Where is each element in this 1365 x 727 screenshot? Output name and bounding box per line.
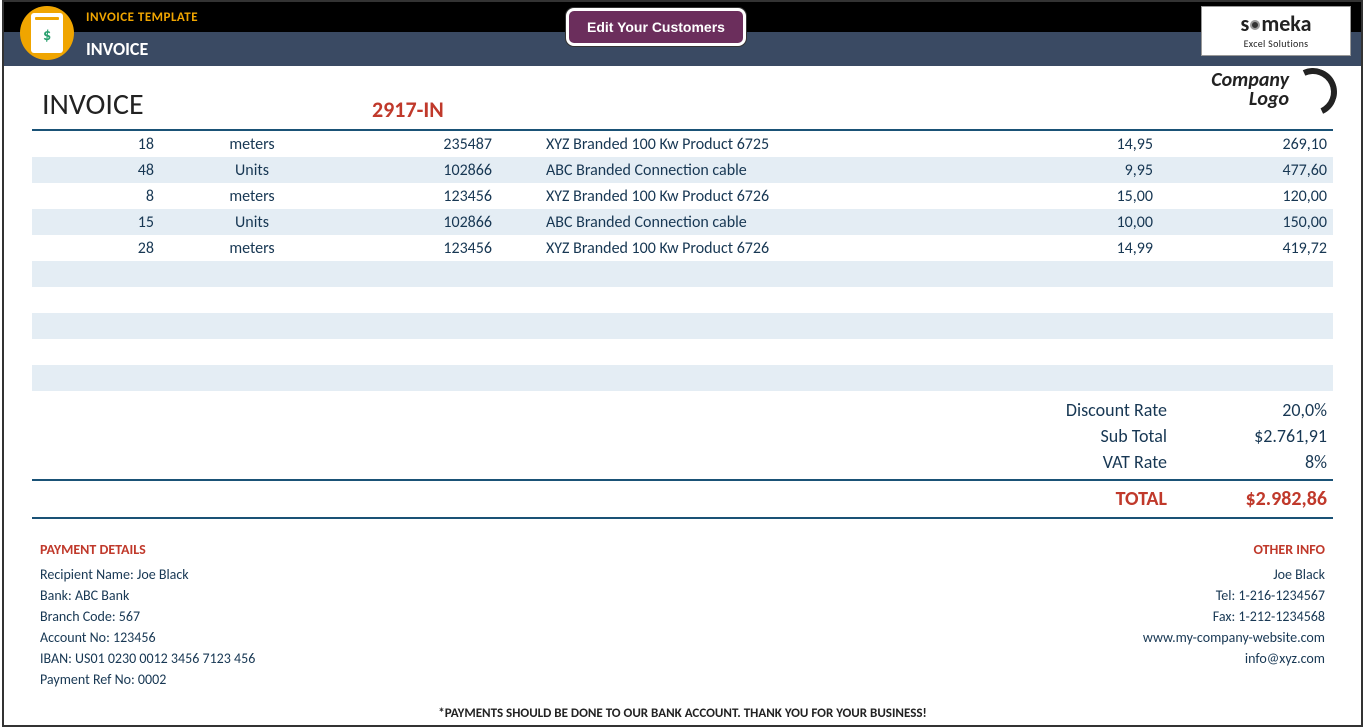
empty-row [32, 313, 1333, 339]
table-row: 8meters123456XYZ Branded 100 Kw Product … [32, 183, 1333, 209]
empty-row [32, 365, 1333, 391]
item-desc: ABC Branded Connection cable [542, 213, 993, 232]
item-qty: 15 [32, 213, 162, 232]
header-bar-sub: INVOICE Edit Your Customers smeka Excel … [4, 32, 1361, 66]
payment-header: PAYMENT DETAILS [40, 539, 255, 560]
footer-section: PAYMENT DETAILS Recipient Name: Joe Blac… [32, 539, 1333, 702]
item-code: 235487 [342, 135, 542, 154]
item-price: 15,00 [993, 187, 1163, 206]
someka-tagline: Excel Solutions [1244, 37, 1309, 50]
item-price: 14,99 [993, 239, 1163, 258]
line-items-table: 18meters235487XYZ Branded 100 Kw Product… [32, 131, 1333, 261]
item-total: 120,00 [1163, 187, 1333, 206]
table-row: 28meters123456XYZ Branded 100 Kw Product… [32, 235, 1333, 261]
item-price: 14,95 [993, 135, 1163, 154]
item-qty: 48 [32, 161, 162, 180]
other-header: OTHER INFO [1143, 539, 1325, 560]
payment-ref: Payment Ref No: 0002 [40, 669, 255, 690]
vat-label: VAT Rate [1007, 451, 1187, 473]
app-logo-icon: $ [20, 6, 74, 60]
empty-row [32, 287, 1333, 313]
other-info: OTHER INFO Joe Black Tel: 1-216-1234567 … [1143, 539, 1325, 690]
item-qty: 8 [32, 187, 162, 206]
other-fax: Fax: 1-212-1234568 [1143, 606, 1325, 627]
item-desc: XYZ Branded 100 Kw Product 6726 [542, 187, 993, 206]
item-desc: ABC Branded Connection cable [542, 161, 993, 180]
item-total: 477,60 [1163, 161, 1333, 180]
other-email: info@xyz.com [1143, 648, 1325, 669]
item-total: 419,72 [1163, 239, 1333, 258]
payment-footnote: *PAYMENTS SHOULD BE DONE TO OUR BANK ACC… [32, 702, 1333, 725]
item-unit: meters [162, 187, 342, 206]
empty-row [32, 339, 1333, 365]
other-tel: Tel: 1-216-1234567 [1143, 585, 1325, 606]
item-unit: meters [162, 239, 342, 258]
item-code: 123456 [342, 187, 542, 206]
discount-value: 20,0% [1187, 399, 1327, 421]
empty-row [32, 261, 1333, 287]
item-total: 269,10 [1163, 135, 1333, 154]
summary-section: Discount Rate 20,0% Sub Total $2.761,91 … [32, 397, 1333, 519]
edit-customers-button[interactable]: Edit Your Customers [566, 8, 746, 46]
table-row: 18meters235487XYZ Branded 100 Kw Product… [32, 131, 1333, 157]
item-code: 102866 [342, 213, 542, 232]
subtotal-value: $2.761,91 [1187, 425, 1327, 447]
subtotal-label: Sub Total [1007, 425, 1187, 447]
item-desc: XYZ Branded 100 Kw Product 6725 [542, 135, 993, 154]
discount-label: Discount Rate [1007, 399, 1187, 421]
invoice-header-row: INVOICE 2917-IN CompanyLogo [32, 66, 1333, 131]
payment-details: PAYMENT DETAILS Recipient Name: Joe Blac… [40, 539, 255, 690]
item-unit: Units [162, 161, 342, 180]
other-name: Joe Black [1143, 564, 1325, 585]
template-title: INVOICE TEMPLATE [86, 10, 198, 25]
item-qty: 18 [32, 135, 162, 154]
payment-branch: Branch Code: 567 [40, 606, 255, 627]
table-row: 48Units102866ABC Branded Connection cabl… [32, 157, 1333, 183]
item-unit: meters [162, 135, 342, 154]
payment-recipient: Recipient Name: Joe Black [40, 564, 255, 585]
other-web: www.my-company-website.com [1143, 627, 1325, 648]
swoosh-icon [1293, 70, 1333, 110]
table-row: 15Units102866ABC Branded Connection cabl… [32, 209, 1333, 235]
total-label: TOTAL [1007, 487, 1187, 511]
item-total: 150,00 [1163, 213, 1333, 232]
item-qty: 28 [32, 239, 162, 258]
item-price: 10,00 [993, 213, 1163, 232]
item-code: 102866 [342, 161, 542, 180]
payment-iban: IBAN: US01 0230 0012 3456 7123 456 [40, 648, 255, 669]
someka-logo: smeka Excel Solutions [1201, 6, 1351, 56]
vat-value: 8% [1187, 451, 1327, 473]
item-code: 123456 [342, 239, 542, 258]
item-desc: XYZ Branded 100 Kw Product 6726 [542, 239, 993, 258]
item-price: 9,95 [993, 161, 1163, 180]
invoice-label: INVOICE [32, 86, 372, 123]
page-title: INVOICE [86, 38, 148, 60]
invoice-number: 2917-IN [372, 96, 572, 123]
item-unit: Units [162, 213, 342, 232]
payment-account: Account No: 123456 [40, 627, 255, 648]
total-value: $2.982,86 [1187, 487, 1327, 511]
payment-bank: Bank: ABC Bank [40, 585, 255, 606]
company-logo: CompanyLogo [1211, 70, 1333, 110]
